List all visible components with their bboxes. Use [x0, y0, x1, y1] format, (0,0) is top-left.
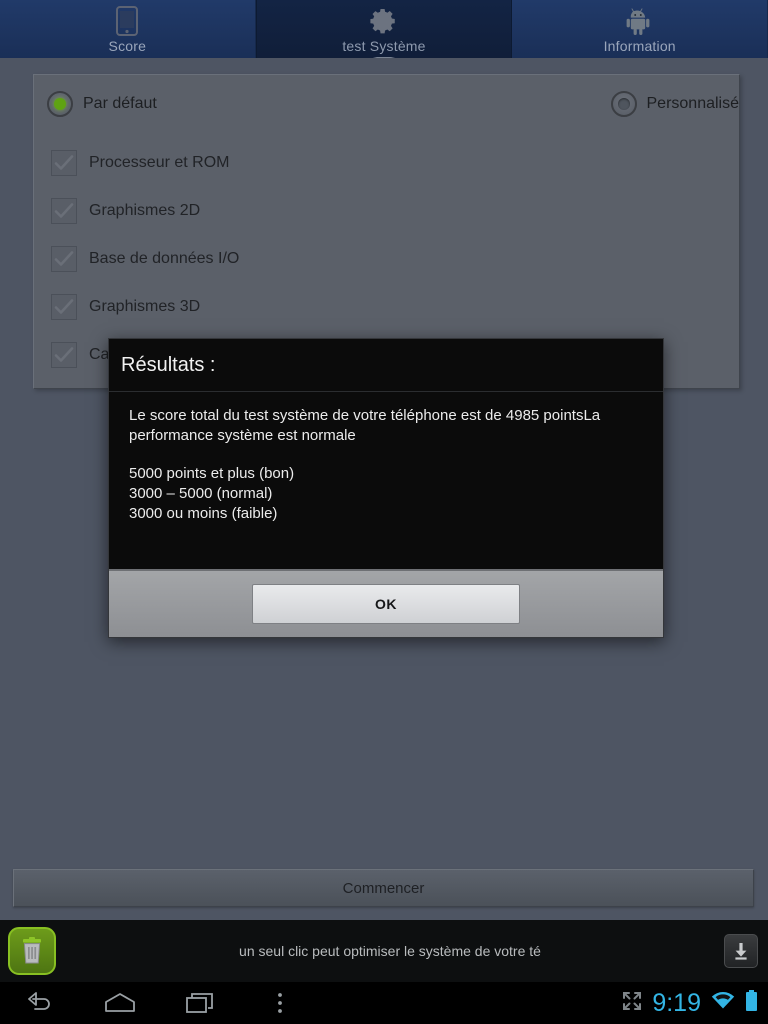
ad-banner[interactable]: un seul clic peut optimiser le système d… — [0, 920, 768, 982]
checkbox-row-cpu-rom[interactable]: Processeur et ROM — [34, 139, 739, 187]
gear-icon — [369, 5, 399, 37]
checkbox-row-graphics-2d[interactable]: Graphismes 2D — [34, 187, 739, 235]
checkbox-graphics-2d-label: Graphismes 2D — [89, 202, 201, 219]
start-button-label: Commencer — [342, 879, 425, 897]
back-icon[interactable] — [0, 982, 80, 1024]
checkbox-graphics-2d-icon[interactable] — [51, 198, 77, 224]
radio-default-icon[interactable] — [47, 91, 73, 117]
home-icon[interactable] — [80, 982, 160, 1024]
dialog-summary-text: Le score total du test système de votre … — [129, 407, 601, 444]
system-navigation-bar: 9:19 — [0, 982, 768, 1024]
status-clock: 9:19 — [652, 988, 701, 1017]
android-icon — [626, 5, 654, 37]
tab-bar: Score test Système Information — [0, 0, 768, 67]
dialog-body: Le score total du test système de votre … — [109, 392, 663, 567]
dialog-scale-weak: 3000 ou moins (faible) — [129, 505, 278, 522]
checkbox-graphics-3d-icon[interactable] — [51, 294, 77, 320]
checkbox-row-graphics-3d[interactable]: Graphismes 3D — [34, 283, 739, 331]
overflow-menu-icon[interactable] — [240, 982, 320, 1024]
checkbox-row-database-io[interactable]: Base de données I/O — [34, 235, 739, 283]
tab-information-label: Information — [603, 38, 676, 54]
dialog-scale-good: 5000 points et plus (bon) — [129, 465, 295, 482]
checkbox-graphics-3d-label: Graphismes 3D — [89, 298, 201, 315]
trash-can-icon[interactable] — [8, 927, 56, 975]
dialog-scale-normal: 3000 – 5000 (normal) — [129, 485, 273, 502]
recents-icon[interactable] — [160, 982, 240, 1024]
radio-custom-icon[interactable] — [610, 91, 637, 117]
dialog-ok-button[interactable]: OK — [252, 584, 520, 624]
ad-text: un seul clic peut optimiser le système d… — [239, 943, 541, 959]
checkbox-cpu-rom-label: Processeur et ROM — [89, 154, 230, 171]
battery-icon — [745, 989, 758, 1017]
radio-custom-label: Personnalisé — [646, 95, 740, 112]
checkbox-database-io-label: Base de données I/O — [89, 250, 240, 267]
wifi-icon — [711, 991, 735, 1015]
radio-default-label: Par défaut — [83, 95, 157, 112]
radio-option-custom[interactable]: Personnalisé — [610, 91, 740, 117]
status-icons: 9:19 — [622, 988, 768, 1017]
mode-radio-group: Par défaut Personnalisé — [34, 91, 739, 131]
tab-score[interactable]: Score — [0, 0, 256, 58]
start-button[interactable]: Commencer — [13, 869, 754, 907]
checkbox-cpu-rom-icon[interactable] — [51, 150, 77, 176]
checkbox-sdcard-io-icon[interactable] — [51, 342, 77, 368]
tab-test-systeme[interactable]: test Système — [255, 0, 513, 67]
checkbox-database-io-icon[interactable] — [51, 246, 77, 272]
fullscreen-icon[interactable] — [622, 991, 642, 1016]
tab-score-label: Score — [108, 38, 147, 54]
tab-information[interactable]: Information — [512, 0, 768, 58]
dialog-button-bar: OK — [109, 569, 663, 637]
dialog-ok-label: OK — [375, 596, 397, 612]
radio-option-default[interactable]: Par défaut — [47, 91, 157, 117]
download-icon[interactable] — [724, 934, 758, 968]
tab-test-systeme-label: test Système — [342, 38, 426, 54]
phone-icon — [116, 5, 139, 37]
dialog-spacer — [129, 446, 643, 464]
results-dialog: Résultats : Le score total du test systè… — [108, 338, 664, 638]
dialog-title: Résultats : — [109, 339, 663, 392]
